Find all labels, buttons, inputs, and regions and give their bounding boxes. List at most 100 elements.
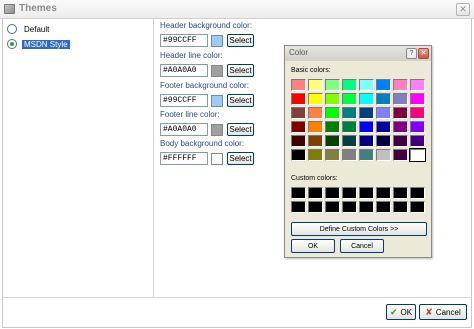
basic-color-swatch[interactable] bbox=[393, 79, 408, 91]
basic-color-swatch[interactable] bbox=[308, 79, 323, 91]
color-value-input[interactable]: #99CCFF bbox=[160, 34, 208, 47]
basic-color-swatch[interactable] bbox=[376, 149, 391, 161]
custom-color-swatch[interactable] bbox=[308, 187, 323, 199]
basic-color-swatch[interactable] bbox=[342, 107, 357, 119]
basic-color-swatch[interactable] bbox=[308, 93, 323, 105]
color-value-input[interactable]: #A0A0A0 bbox=[160, 123, 208, 136]
dialog-cancel-button[interactable]: Cancel bbox=[340, 239, 384, 253]
basic-color-swatch[interactable] bbox=[308, 107, 323, 119]
color-swatch bbox=[211, 64, 223, 77]
select-color-button[interactable]: Select bbox=[227, 34, 254, 47]
help-button[interactable]: ? bbox=[406, 48, 417, 59]
basic-color-swatch[interactable] bbox=[342, 121, 357, 133]
custom-color-swatch[interactable] bbox=[376, 201, 391, 213]
radio-button[interactable] bbox=[7, 24, 17, 34]
basic-color-swatch[interactable] bbox=[393, 107, 408, 119]
basic-color-swatch[interactable] bbox=[291, 121, 306, 133]
custom-color-swatch[interactable] bbox=[359, 201, 374, 213]
custom-color-swatch[interactable] bbox=[410, 201, 425, 213]
basic-color-swatch[interactable] bbox=[376, 93, 391, 105]
theme-option-msdn-style[interactable]: MSDN Style bbox=[7, 38, 70, 50]
basic-color-swatch[interactable] bbox=[376, 121, 391, 133]
theme-option-default[interactable]: Default bbox=[7, 23, 51, 35]
custom-color-swatch[interactable] bbox=[291, 201, 306, 213]
setting-label: Body background color: bbox=[160, 139, 245, 148]
basic-color-swatch[interactable] bbox=[291, 149, 306, 161]
dialog-close-button[interactable]: ✕ bbox=[418, 48, 429, 59]
window-title: Themes bbox=[19, 3, 57, 14]
basic-color-swatch[interactable] bbox=[359, 93, 374, 105]
setting-label: Header background color: bbox=[160, 21, 253, 30]
basic-color-swatch[interactable] bbox=[291, 135, 306, 147]
radio-button-checked[interactable] bbox=[7, 39, 17, 49]
basic-color-swatch[interactable] bbox=[308, 149, 323, 161]
setting-label: Header line color: bbox=[160, 51, 223, 60]
basic-color-swatch[interactable] bbox=[325, 93, 340, 105]
basic-colors-grid bbox=[291, 79, 426, 162]
basic-color-swatch[interactable] bbox=[325, 107, 340, 119]
color-value-input[interactable]: #A0A0A0 bbox=[160, 64, 208, 77]
basic-color-swatch[interactable] bbox=[342, 135, 357, 147]
basic-color-swatch[interactable] bbox=[376, 107, 391, 119]
basic-color-swatch[interactable] bbox=[325, 79, 340, 91]
basic-color-swatch[interactable] bbox=[393, 149, 408, 161]
basic-color-swatch[interactable] bbox=[376, 135, 391, 147]
custom-color-swatch[interactable] bbox=[308, 201, 323, 213]
define-custom-colors-button[interactable]: Define Custom Colors >> bbox=[291, 222, 427, 236]
custom-color-swatch[interactable] bbox=[342, 201, 357, 213]
basic-color-swatch[interactable] bbox=[359, 121, 374, 133]
basic-color-swatch[interactable] bbox=[308, 135, 323, 147]
custom-color-swatch[interactable] bbox=[376, 187, 391, 199]
custom-colors-grid bbox=[291, 187, 425, 213]
color-value-input[interactable]: #99CCFF bbox=[160, 94, 208, 107]
basic-color-swatch[interactable] bbox=[410, 107, 425, 119]
cancel-button[interactable]: ✘ Cancel bbox=[419, 304, 467, 320]
basic-color-swatch[interactable] bbox=[376, 79, 391, 91]
basic-color-swatch[interactable] bbox=[291, 107, 306, 119]
select-color-button[interactable]: Select bbox=[227, 123, 254, 136]
select-color-button[interactable]: Select bbox=[227, 94, 254, 107]
basic-color-swatch[interactable] bbox=[325, 121, 340, 133]
setting-label: Footer background color: bbox=[160, 81, 249, 90]
color-picker-dialog: Color ? ✕ Basic colors: Custom colors: D… bbox=[284, 45, 432, 258]
basic-color-swatch[interactable] bbox=[308, 121, 323, 133]
basic-color-swatch[interactable] bbox=[325, 149, 340, 161]
basic-color-swatch[interactable] bbox=[410, 79, 425, 91]
basic-color-swatch[interactable] bbox=[410, 93, 425, 105]
custom-color-swatch[interactable] bbox=[410, 187, 425, 199]
custom-color-swatch[interactable] bbox=[291, 187, 306, 199]
custom-color-swatch[interactable] bbox=[359, 187, 374, 199]
custom-color-swatch[interactable] bbox=[393, 201, 408, 213]
basic-color-swatch[interactable] bbox=[409, 148, 426, 162]
custom-color-swatch[interactable] bbox=[342, 187, 357, 199]
basic-color-swatch[interactable] bbox=[410, 121, 425, 133]
ok-label: OK bbox=[400, 307, 413, 317]
basic-color-swatch[interactable] bbox=[359, 79, 374, 91]
custom-color-swatch[interactable] bbox=[393, 187, 408, 199]
basic-color-swatch[interactable] bbox=[325, 135, 340, 147]
dialog-title: Color bbox=[289, 48, 309, 57]
basic-color-swatch[interactable] bbox=[393, 135, 408, 147]
basic-color-swatch[interactable] bbox=[359, 135, 374, 147]
select-color-button[interactable]: Select bbox=[227, 64, 254, 77]
basic-color-swatch[interactable] bbox=[342, 149, 357, 161]
basic-color-swatch[interactable] bbox=[410, 135, 425, 147]
custom-color-swatch[interactable] bbox=[325, 187, 340, 199]
custom-color-swatch[interactable] bbox=[325, 201, 340, 213]
basic-color-swatch[interactable] bbox=[291, 79, 306, 91]
basic-color-swatch[interactable] bbox=[359, 107, 374, 119]
basic-color-swatch[interactable] bbox=[393, 121, 408, 133]
basic-color-swatch[interactable] bbox=[393, 93, 408, 105]
select-color-button[interactable]: Select bbox=[227, 152, 254, 165]
basic-color-swatch[interactable] bbox=[291, 93, 306, 105]
ok-button[interactable]: ✔ OK bbox=[386, 304, 416, 320]
dialog-ok-button[interactable]: OK bbox=[291, 239, 335, 253]
setting-header-line: Header line color: #A0A0A0 Select bbox=[160, 51, 254, 77]
basic-color-swatch[interactable] bbox=[342, 79, 357, 91]
window-close-button[interactable]: ✕ bbox=[456, 3, 470, 16]
custom-colors-label: Custom colors: bbox=[291, 175, 338, 182]
dialog-title-bar: Color ? ✕ bbox=[285, 46, 431, 61]
color-value-input[interactable]: #FFFFFF bbox=[160, 152, 208, 165]
basic-color-swatch[interactable] bbox=[359, 149, 374, 161]
basic-color-swatch[interactable] bbox=[342, 93, 357, 105]
